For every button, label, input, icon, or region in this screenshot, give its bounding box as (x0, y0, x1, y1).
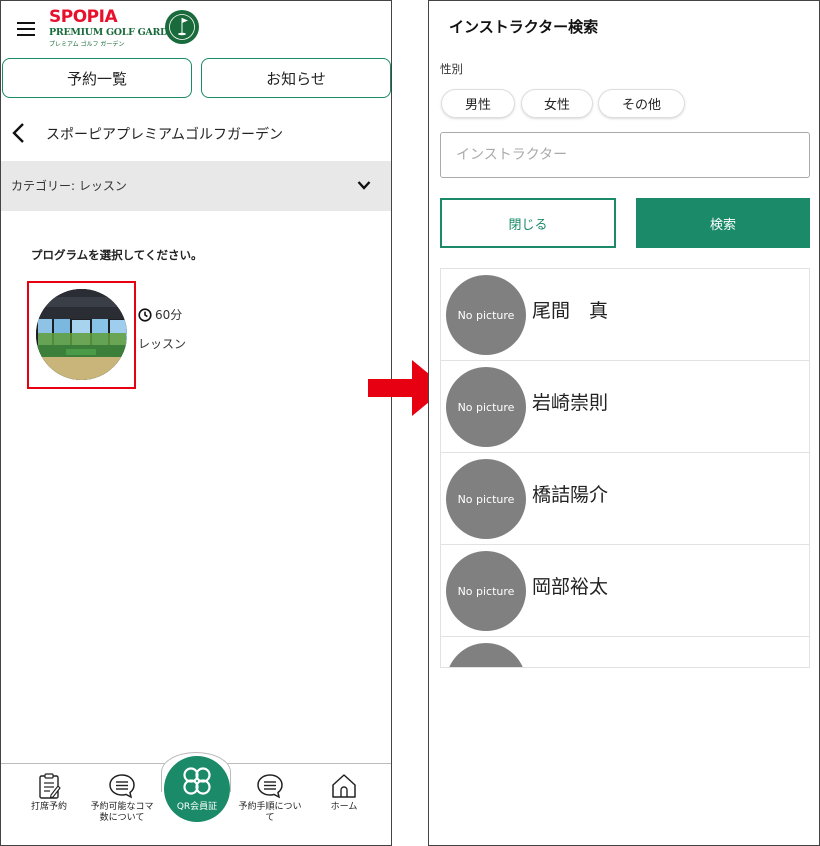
avatar: No picture (446, 275, 526, 355)
gender-other-chip[interactable]: その他 (599, 90, 684, 117)
instructor-row[interactable]: No picture 橋詰陽介 (441, 453, 809, 545)
program-duration: 60分 (138, 306, 182, 323)
nav-booking-label: 打席予約 (30, 802, 67, 812)
category-dropdown[interactable]: カテゴリー: レッスン (1, 161, 391, 211)
qr-icon (183, 767, 211, 795)
search-title: インストラクター検索 (449, 18, 599, 36)
brand-name: SPOPIA (49, 7, 118, 27)
top-tabs: 予約一覧 お知らせ (2, 58, 391, 98)
gender-male-chip[interactable]: 男性 (442, 90, 514, 117)
gender-label: 性別 (440, 62, 463, 76)
instructor-search-input[interactable] (440, 132, 810, 178)
gender-female-chip[interactable]: 女性 (522, 90, 592, 117)
close-button[interactable]: 閉じる (440, 198, 616, 248)
clock-icon (138, 307, 152, 322)
instructor-list: No picture 尾間 真 No picture 岩崎崇則 No pictu… (440, 268, 810, 668)
breadcrumb: スポーピアプレミアムゴルフガーデン (1, 113, 391, 153)
instructor-row[interactable] (441, 637, 809, 667)
avatar: No picture (446, 551, 526, 631)
instructor-name: 岡部裕太 (532, 576, 609, 598)
menu-icon[interactable] (17, 22, 35, 36)
qr-member-card-button[interactable]: QR会員証 (164, 756, 230, 822)
home-icon (332, 774, 356, 798)
nav-booking-steps-label: 予約手順について (238, 802, 302, 823)
back-chevron-icon[interactable] (11, 122, 27, 144)
page-title: スポーピアプレミアムゴルフガーデン (46, 127, 284, 143)
instructor-row[interactable]: No picture 尾間 真 (441, 269, 809, 361)
app-header: SPOPIA PREMIUM GOLF GARDEN プレミアム ゴルフ ガーデ… (1, 1, 391, 57)
category-label: カテゴリー: レッスン (11, 179, 127, 193)
chat-icon (257, 774, 283, 799)
nav-booking[interactable]: 打席予約 (14, 772, 84, 813)
avatar: No picture (446, 459, 526, 539)
select-program-prompt: プログラムを選択してください。 (31, 248, 203, 262)
nav-home[interactable]: ホーム (309, 772, 379, 813)
instructor-name: 岩崎崇則 (532, 392, 609, 414)
avatar: No picture (446, 367, 526, 447)
qr-label: QR会員証 (176, 802, 218, 812)
notifications-button[interactable]: お知らせ (201, 58, 391, 98)
chat-icon (109, 774, 135, 799)
instructor-name: 尾間 真 (532, 300, 609, 322)
nav-slots-info[interactable]: 予約可能なコマ数について (87, 772, 157, 824)
chevron-down-icon (357, 181, 371, 190)
instructor-row[interactable]: No picture 岡部裕太 (441, 545, 809, 637)
instructor-row[interactable]: No picture 岩崎崇則 (441, 361, 809, 453)
bottom-nav: 打席予約 予約可能なコマ数について QR会員証 予約手順について ホーム (1, 752, 391, 845)
nav-slots-info-label: 予約可能なコマ数について (90, 802, 154, 823)
brand-logo: SPOPIA PREMIUM GOLF GARDEN プレミアム ゴルフ ガーデ… (49, 7, 201, 48)
program-card[interactable] (27, 281, 136, 389)
program-select-screen: SPOPIA PREMIUM GOLF GARDEN プレミアム ゴルフ ガーデ… (0, 0, 392, 846)
instructor-name: 橋詰陽介 (532, 484, 609, 506)
program-name: レッスン (138, 337, 187, 351)
instructor-search-screen: インストラクター検索 性別 男性 女性 その他 閉じる 検索 No pictur… (428, 0, 820, 846)
avatar (446, 643, 526, 667)
nav-home-label: ホーム (330, 802, 358, 812)
reservation-list-button[interactable]: 予約一覧 (2, 58, 192, 98)
search-button[interactable]: 検索 (636, 198, 810, 248)
duration-text: 60分 (155, 308, 183, 322)
clipboard-icon (39, 773, 61, 799)
program-thumbnail (36, 289, 127, 380)
brand-kana: プレミアム ゴルフ ガーデン (49, 41, 125, 48)
golf-emblem-icon (165, 10, 199, 44)
nav-booking-steps[interactable]: 予約手順について (235, 772, 305, 824)
